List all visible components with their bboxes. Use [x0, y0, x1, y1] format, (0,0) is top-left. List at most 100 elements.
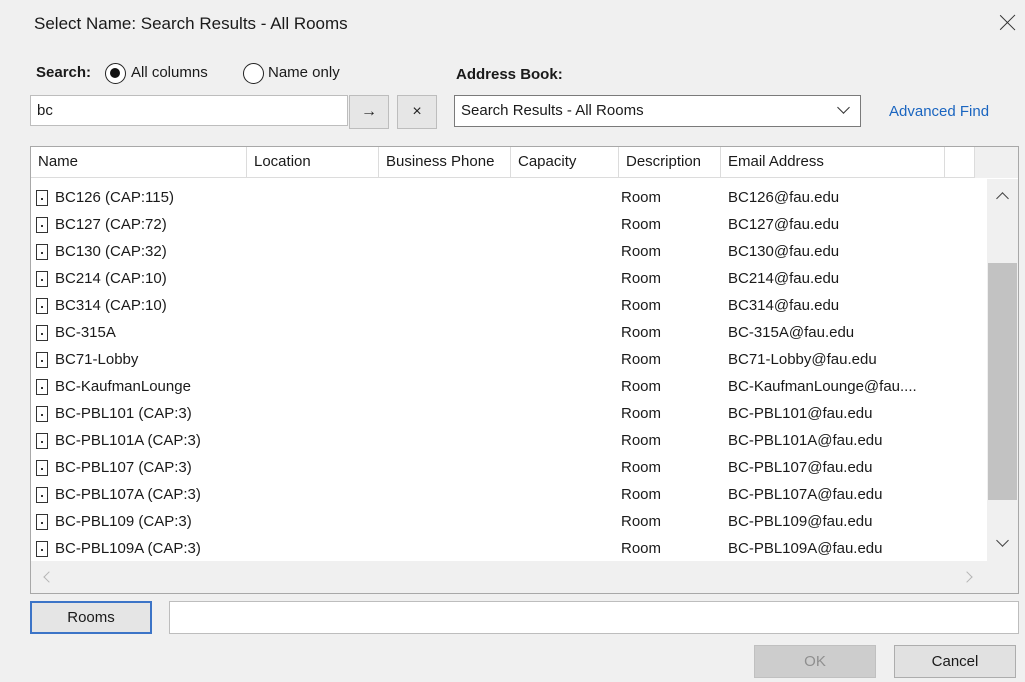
table-row[interactable]: BC-PBL107 (CAP:3) Room BC-PBL107@fau.edu — [31, 454, 987, 481]
go-button[interactable]: → — [349, 95, 389, 129]
room-icon — [36, 352, 48, 368]
email-cell: BC-PBL107@fau.edu — [728, 459, 873, 476]
name-cell: BC314 (CAP:10) — [55, 297, 167, 314]
scroll-right-icon[interactable] — [959, 567, 979, 587]
name-cell: BC71-Lobby — [55, 351, 139, 368]
rows-container: BC126 (CAP:115) Room BC126@fau.edu BC127 (C… — [31, 184, 987, 562]
room-icon — [36, 460, 48, 476]
description-cell: Room — [621, 378, 662, 395]
name-cell: BC126 (CAP:115) — [55, 189, 174, 206]
column-header-business-phone[interactable]: Business Phone — [379, 147, 511, 178]
email-cell: BC-PBL109@fau.edu — [728, 513, 873, 530]
name-cell: BC-PBL107 (CAP:3) — [55, 459, 192, 476]
table-row[interactable]: BC-PBL101 (CAP:3) Room BC-PBL101@fau.edu — [31, 400, 987, 427]
column-header-capacity[interactable]: Capacity — [511, 147, 619, 178]
search-label: Search: — [36, 64, 92, 81]
description-cell: Room — [621, 351, 662, 368]
email-cell: BC-PBL107A@fau.edu — [728, 486, 883, 503]
scroll-up-icon[interactable] — [987, 184, 1018, 210]
email-cell: BC-315A@fau.edu — [728, 324, 855, 341]
name-cell: BC127 (CAP:72) — [55, 216, 167, 233]
room-icon — [36, 190, 48, 206]
email-cell: BC214@fau.edu — [728, 270, 840, 287]
cancel-button[interactable]: Cancel — [894, 645, 1016, 678]
description-cell: Room — [621, 432, 662, 449]
name-cell: BC-PBL101A (CAP:3) — [55, 432, 201, 449]
scrollbar-thumb[interactable] — [988, 263, 1017, 500]
search-input[interactable]: bc — [30, 95, 348, 126]
table-row[interactable]: BC127 (CAP:72) Room BC127@fau.edu — [31, 211, 987, 238]
name-cell: BC-PBL109 (CAP:3) — [55, 513, 192, 530]
title-bar: Select Name: Search Results - All Rooms — [0, 0, 1025, 50]
name-only-label[interactable]: Name only — [268, 64, 340, 81]
advanced-find-link[interactable]: Advanced Find — [889, 103, 989, 120]
column-header-email[interactable]: Email Address — [721, 147, 945, 178]
address-book-label: Address Book: — [456, 66, 563, 83]
table-row[interactable]: BC-PBL101A (CAP:3) Room BC-PBL101A@fau.edu — [31, 427, 987, 454]
scroll-down-icon[interactable] — [987, 531, 1018, 557]
table-row[interactable]: BC-PBL109A (CAP:3) Room BC-PBL109A@fau.edu — [31, 535, 987, 562]
all-columns-radio[interactable] — [105, 63, 126, 84]
room-icon — [36, 406, 48, 422]
table-row[interactable]: BC71-Lobby Room BC71-Lobby@fau.edu — [31, 346, 987, 373]
email-cell: BC71-Lobby@fau.edu — [728, 351, 877, 368]
name-cell: BC-PBL101 (CAP:3) — [55, 405, 192, 422]
name-cell: BC130 (CAP:32) — [55, 243, 167, 260]
vertical-scrollbar[interactable] — [987, 179, 1018, 561]
description-cell: Room — [621, 486, 662, 503]
table-row[interactable]: BC130 (CAP:32) Room BC130@fau.edu — [31, 238, 987, 265]
email-cell: BC314@fau.edu — [728, 297, 840, 314]
table-row[interactable]: BC-315A Room BC-315A@fau.edu — [31, 319, 987, 346]
room-icon — [36, 433, 48, 449]
email-cell: BC-PBL109A@fau.edu — [728, 540, 883, 557]
email-cell: BC130@fau.edu — [728, 243, 840, 260]
room-icon — [36, 217, 48, 233]
rooms-button[interactable]: Rooms — [30, 601, 152, 634]
room-icon — [36, 541, 48, 557]
description-cell: Room — [621, 513, 662, 530]
table-row[interactable]: BC-PBL109 (CAP:3) Room BC-PBL109@fau.edu — [31, 508, 987, 535]
header-filler — [974, 147, 1018, 178]
description-cell: Room — [621, 324, 662, 341]
room-icon — [36, 325, 48, 341]
rooms-field[interactable] — [169, 601, 1019, 634]
column-header-name[interactable]: Name — [31, 147, 247, 178]
name-cell: BC-PBL109A (CAP:3) — [55, 540, 201, 557]
email-cell: BC-KaufmanLounge@fau.... — [728, 378, 917, 395]
description-cell: Room — [621, 189, 662, 206]
name-only-radio[interactable] — [243, 63, 264, 84]
description-cell: Room — [621, 540, 662, 557]
table-row[interactable]: BC-KaufmanLounge Room BC-KaufmanLounge@fau… — [31, 373, 987, 400]
chevron-down-icon[interactable] — [834, 100, 854, 120]
description-cell: Room — [621, 243, 662, 260]
room-icon — [36, 244, 48, 260]
description-cell: Room — [621, 405, 662, 422]
scrollbar-corner — [987, 561, 1018, 593]
table-row[interactable]: BC314 (CAP:10) Room BC314@fau.edu — [31, 292, 987, 319]
window-title: Select Name: Search Results - All Rooms — [34, 14, 348, 33]
name-cell: BC-KaufmanLounge — [55, 378, 191, 395]
table-row[interactable]: BC-PBL107A (CAP:3) Room BC-PBL107A@fau.edu — [31, 481, 987, 508]
address-book-select[interactable]: Search Results - All Rooms — [454, 95, 861, 127]
column-header-location[interactable]: Location — [247, 147, 379, 178]
email-cell: BC127@fau.edu — [728, 216, 840, 233]
description-cell: Room — [621, 216, 662, 233]
email-cell: BC-PBL101@fau.edu — [728, 405, 873, 422]
name-cell: BC-PBL107A (CAP:3) — [55, 486, 201, 503]
close-icon[interactable] — [996, 10, 1020, 34]
table-row[interactable]: BC214 (CAP:10) Room BC214@fau.edu — [31, 265, 987, 292]
column-header-description[interactable]: Description — [619, 147, 721, 178]
room-icon — [36, 379, 48, 395]
all-columns-label[interactable]: All columns — [131, 64, 208, 81]
arrow-right-icon: → — [361, 103, 377, 120]
results-list[interactable]: Name Location Business Phone Capacity De… — [30, 146, 1019, 594]
horizontal-scrollbar[interactable] — [31, 561, 987, 593]
room-icon — [36, 271, 48, 287]
name-cell: BC-315A — [55, 324, 116, 341]
clear-search-button[interactable]: × — [397, 95, 437, 129]
table-row[interactable]: BC126 (CAP:115) Room BC126@fau.edu — [31, 184, 987, 211]
name-cell: BC214 (CAP:10) — [55, 270, 167, 287]
ok-button: OK — [754, 645, 876, 678]
scroll-left-icon[interactable] — [37, 567, 57, 587]
room-icon — [36, 487, 48, 503]
